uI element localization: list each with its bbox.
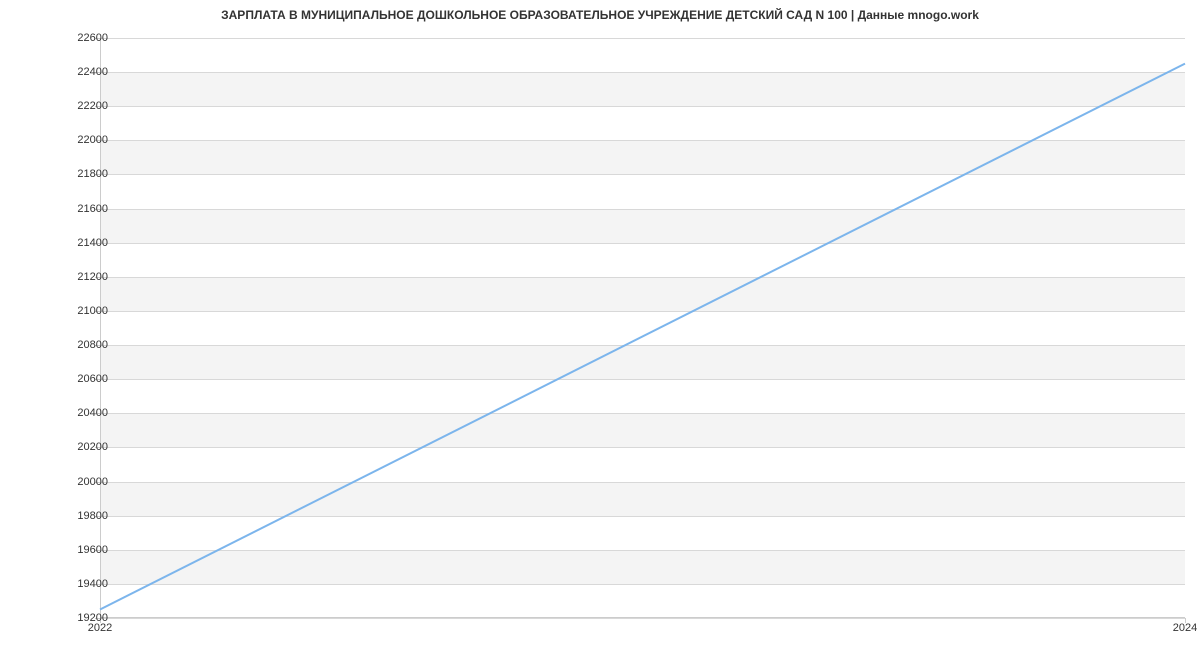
chart-container: ЗАРПЛАТА В МУНИЦИПАЛЬНОЕ ДОШКОЛЬНОЕ ОБРА… (0, 0, 1200, 650)
y-axis-label: 19600 (48, 544, 108, 556)
y-axis-label: 20000 (48, 476, 108, 488)
y-axis-label: 21600 (48, 203, 108, 215)
y-axis-label: 22600 (48, 32, 108, 44)
chart-title: ЗАРПЛАТА В МУНИЦИПАЛЬНОЕ ДОШКОЛЬНОЕ ОБРА… (0, 8, 1200, 22)
y-gridline (100, 618, 1185, 619)
y-axis-label: 21400 (48, 237, 108, 249)
y-axis-label: 22200 (48, 100, 108, 112)
y-axis-label: 20400 (48, 407, 108, 419)
y-axis-label: 22000 (48, 134, 108, 146)
y-axis-label: 20800 (48, 339, 108, 351)
y-axis-label: 21200 (48, 271, 108, 283)
y-axis-label: 19800 (48, 510, 108, 522)
y-axis-label: 19400 (48, 578, 108, 590)
y-axis-label: 20600 (48, 373, 108, 385)
series-line (100, 64, 1185, 610)
y-axis-label: 21800 (48, 168, 108, 180)
line-layer (100, 38, 1185, 618)
y-axis-label: 21000 (48, 305, 108, 317)
y-axis-label: 22400 (48, 66, 108, 78)
x-axis-label: 2022 (88, 622, 112, 634)
plot-area (100, 38, 1185, 618)
y-axis-label: 20200 (48, 441, 108, 453)
x-axis-label: 2024 (1173, 622, 1197, 634)
